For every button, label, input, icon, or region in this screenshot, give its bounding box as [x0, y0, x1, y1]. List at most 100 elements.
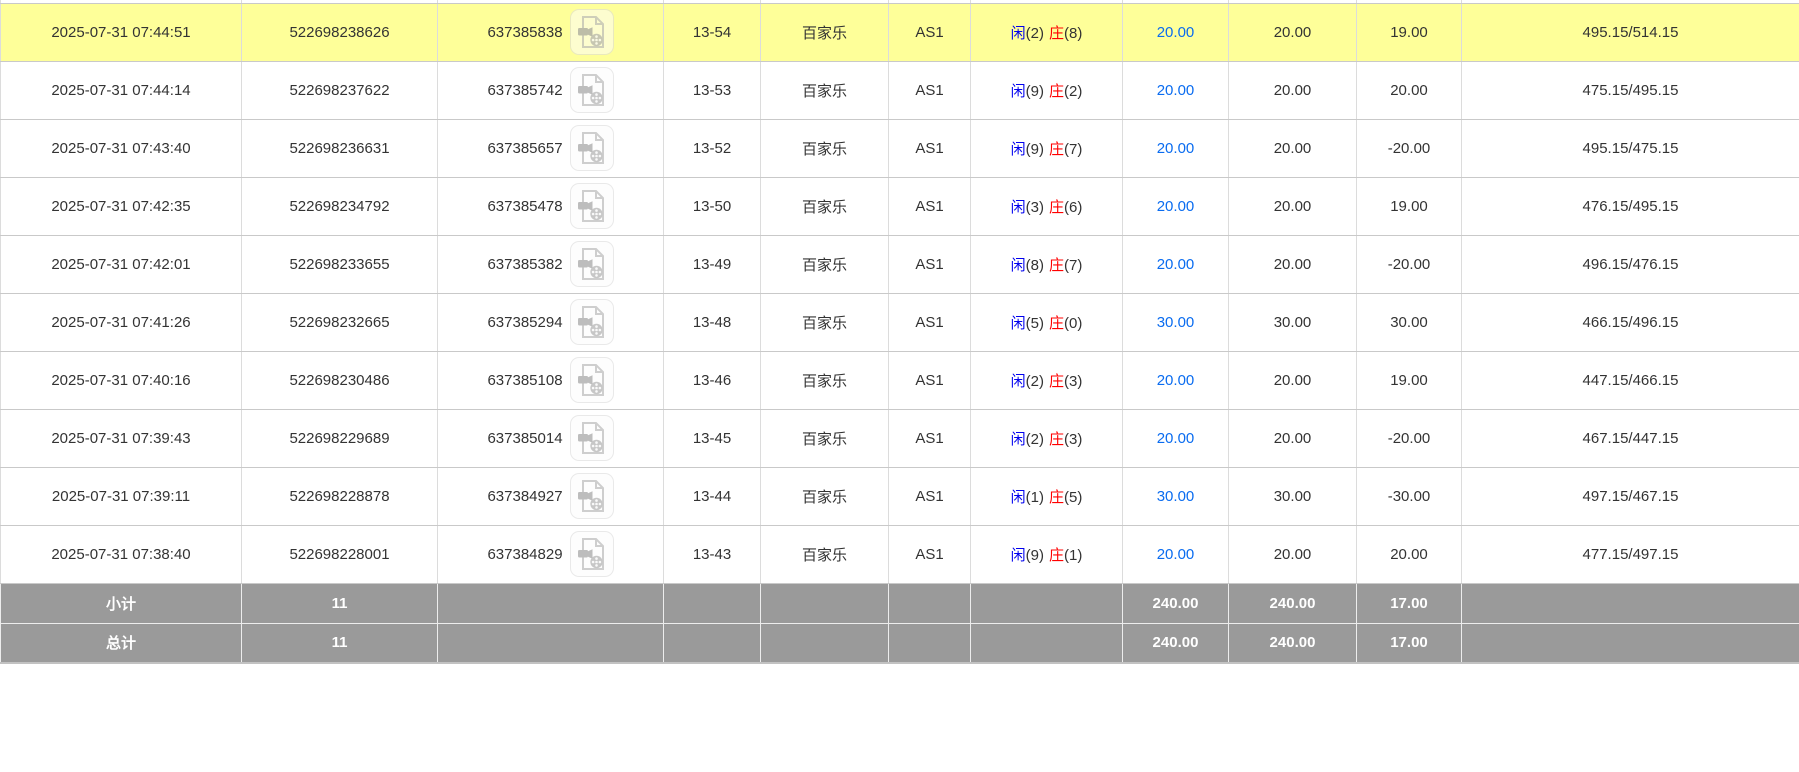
cell-result: 闲(9) 庄(7)	[971, 119, 1123, 177]
video-file-icon	[577, 189, 607, 223]
cell-result: 闲(8)庄(7)	[971, 235, 1123, 293]
table-row: 2025-07-31 07:44:14 522698237622 6373857…	[1, 61, 1799, 119]
bet-amount-link[interactable]: 20.00	[1157, 430, 1195, 447]
bet-amount-link[interactable]: 20.00	[1157, 546, 1195, 563]
player-value: (9)	[1026, 141, 1044, 158]
cell-desk-code: AS1	[889, 409, 971, 467]
player-value: (2)	[1026, 373, 1044, 390]
cell-valid-amount: 20.00	[1229, 119, 1357, 177]
player-value: (1)	[1026, 489, 1044, 506]
round-id-text: 637384829	[487, 546, 562, 563]
player-value: (8)	[1026, 257, 1044, 274]
video-replay-button[interactable]	[570, 357, 614, 403]
banker-label: 庄	[1049, 141, 1064, 158]
table-row: 2025-07-31 07:39:11 522698228878 6373849…	[1, 467, 1799, 525]
cell-round-id: 637384927	[438, 467, 664, 525]
video-replay-button[interactable]	[570, 241, 614, 287]
cell-win-loss: 20.00	[1357, 61, 1462, 119]
cell-bet-amount: 20.00	[1123, 3, 1229, 61]
cell-bet-id: 522698238626	[242, 3, 438, 61]
cell-round-id: 637385657	[438, 119, 664, 177]
cell-win-loss: 19.00	[1357, 3, 1462, 61]
round-id-text: 637385742	[487, 82, 562, 99]
video-file-icon	[577, 73, 607, 107]
cell-balance: 495.15/475.15	[1462, 119, 1799, 177]
video-file-icon	[577, 305, 607, 339]
video-replay-button[interactable]	[570, 9, 614, 55]
cell-round-id: 637385294	[438, 293, 664, 351]
cell-desk-code: AS1	[889, 61, 971, 119]
bet-amount-link[interactable]: 20.00	[1157, 82, 1195, 99]
round-id-text: 637385108	[487, 372, 562, 389]
video-file-icon	[577, 363, 607, 397]
empty-cell	[664, 583, 761, 623]
cell-win-loss: -20.00	[1357, 235, 1462, 293]
cell-valid-amount: 20.00	[1229, 351, 1357, 409]
video-replay-button[interactable]	[570, 125, 614, 171]
player-label: 闲	[1011, 141, 1026, 158]
cell-bet-amount: 30.00	[1123, 293, 1229, 351]
banker-value: (1)	[1064, 547, 1082, 564]
round-id-text: 637385478	[487, 198, 562, 215]
video-replay-button[interactable]	[570, 531, 614, 577]
round-id-text: 637385014	[487, 430, 562, 447]
table-row: 2025-07-31 07:38:40 522698228001 6373848…	[1, 525, 1799, 583]
bet-amount-link[interactable]: 20.00	[1157, 198, 1195, 215]
cell-win-loss: 19.00	[1357, 351, 1462, 409]
subtotal-bet-amount: 240.00	[1123, 583, 1229, 623]
bet-amount-link[interactable]: 30.00	[1157, 488, 1195, 505]
cell-table-round: 13-45	[664, 409, 761, 467]
cell-game-name: 百家乐	[761, 351, 889, 409]
video-file-icon	[577, 15, 607, 49]
total-label: 总计	[1, 623, 242, 663]
total-bet-amount: 240.00	[1123, 623, 1229, 663]
subtotal-count: 11	[242, 583, 438, 623]
cell-desk-code: AS1	[889, 293, 971, 351]
cell-valid-amount: 20.00	[1229, 525, 1357, 583]
cell-round-id: 637385838	[438, 3, 664, 61]
banker-value: (8)	[1064, 25, 1082, 42]
video-replay-button[interactable]	[570, 415, 614, 461]
bet-amount-link[interactable]: 20.00	[1157, 24, 1195, 41]
cell-win-loss: -20.00	[1357, 409, 1462, 467]
cell-bet-id: 522698233655	[242, 235, 438, 293]
cell-bet-amount: 20.00	[1123, 409, 1229, 467]
cell-bet-id: 522698237622	[242, 61, 438, 119]
video-replay-button[interactable]	[570, 67, 614, 113]
cell-desk-code: AS1	[889, 235, 971, 293]
cell-round-id: 637385014	[438, 409, 664, 467]
cell-bet-amount: 20.00	[1123, 177, 1229, 235]
cell-game-name: 百家乐	[761, 525, 889, 583]
cell-game-name: 百家乐	[761, 61, 889, 119]
bet-amount-link[interactable]: 20.00	[1157, 140, 1195, 157]
cell-game-name: 百家乐	[761, 177, 889, 235]
cell-bet-time: 2025-07-31 07:43:40	[1, 119, 242, 177]
cell-round-id: 637385382	[438, 235, 664, 293]
video-replay-button[interactable]	[570, 183, 614, 229]
cell-balance: 497.15/467.15	[1462, 467, 1799, 525]
cell-valid-amount: 20.00	[1229, 235, 1357, 293]
table-row: 2025-07-31 07:40:16 522698230486 6373851…	[1, 351, 1799, 409]
banker-value: (7)	[1064, 141, 1082, 158]
table-row: 2025-07-31 07:41:26 522698232665 6373852…	[1, 293, 1799, 351]
cell-game-name: 百家乐	[761, 3, 889, 61]
video-replay-button[interactable]	[570, 473, 614, 519]
total-row: 总计 11 240.00 240.00 17.00	[1, 623, 1799, 663]
player-value: (9)	[1026, 83, 1044, 100]
cell-game-name: 百家乐	[761, 235, 889, 293]
bet-amount-link[interactable]: 20.00	[1157, 256, 1195, 273]
bet-amount-link[interactable]: 20.00	[1157, 372, 1195, 389]
bet-amount-link[interactable]: 30.00	[1157, 314, 1195, 331]
video-replay-button[interactable]	[570, 299, 614, 345]
cell-valid-amount: 30.00	[1229, 467, 1357, 525]
cell-balance: 477.15/497.15	[1462, 525, 1799, 583]
player-value: (3)	[1026, 199, 1044, 216]
cell-bet-time: 2025-07-31 07:44:14	[1, 61, 242, 119]
subtotal-win-loss: 17.00	[1357, 583, 1462, 623]
cell-result: 闲(1)庄(5)	[971, 467, 1123, 525]
cell-desk-code: AS1	[889, 351, 971, 409]
total-count: 11	[242, 623, 438, 663]
cell-bet-amount: 20.00	[1123, 119, 1229, 177]
cell-table-round: 13-50	[664, 177, 761, 235]
banker-value: (6)	[1064, 199, 1082, 216]
